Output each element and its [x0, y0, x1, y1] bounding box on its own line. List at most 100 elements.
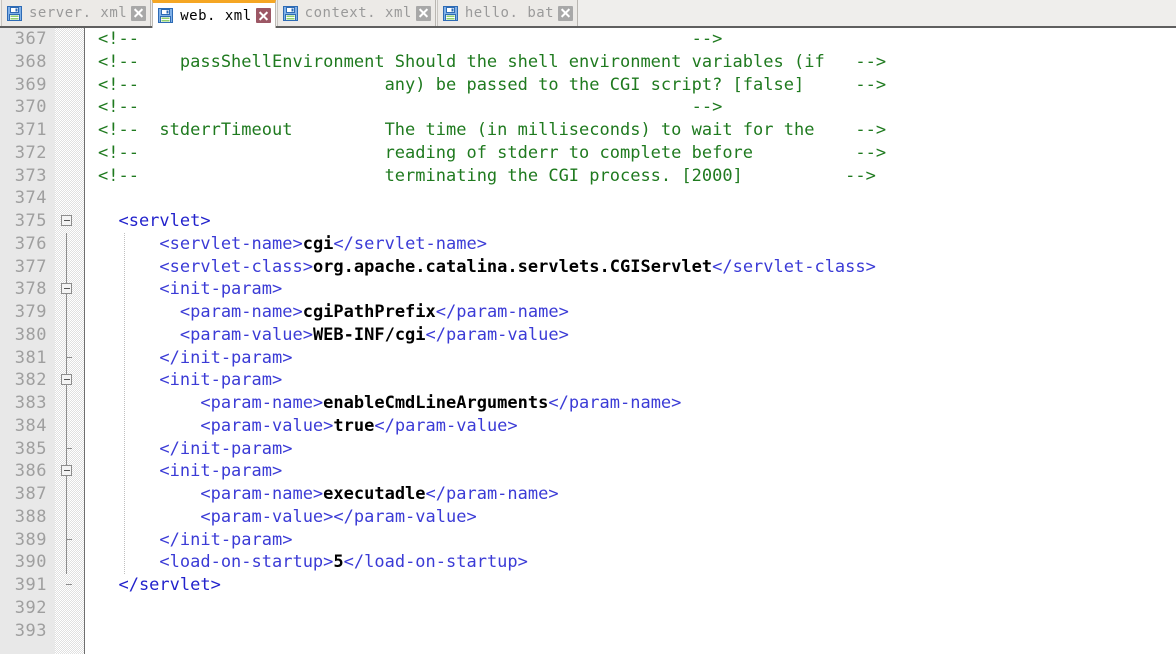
code-line[interactable]: 386 <init-param>	[0, 460, 1176, 483]
value-token: true	[333, 415, 375, 436]
code-line[interactable]: 382 <init-param>	[0, 369, 1176, 392]
code-line[interactable]: 385 </init-param>	[0, 437, 1176, 461]
tab-label: hello. bat	[464, 5, 555, 21]
code-line[interactable]: 390 <load-on-startup>5</load-on-startup>	[0, 551, 1176, 574]
code-line[interactable]: 377 <servlet-class>org.apache.catalina.s…	[0, 255, 1176, 279]
code-line[interactable]: 372 <!-- reading of stderr to complete be…	[0, 142, 1176, 165]
tag-token: </param-value>	[374, 415, 518, 436]
tag-token: </param-name>	[548, 393, 682, 413]
fold-spine	[66, 505, 67, 529]
comment-token: <!-- -->	[98, 97, 723, 118]
fold-spine	[66, 392, 67, 415]
code-line[interactable]: 393	[0, 620, 1176, 643]
tag-token: </init-param>	[98, 347, 293, 368]
code-line[interactable]: 370 <!-- -->	[0, 96, 1176, 119]
tag-token: </param-name>	[425, 484, 559, 504]
tab-server-xml[interactable]: server. xml	[1, 0, 152, 26]
code-text: <init-param>	[98, 278, 282, 301]
tag-token: <init-param>	[98, 370, 283, 391]
tag-token: </servlet-name>	[333, 233, 487, 254]
line-number: 376	[14, 233, 47, 254]
close-icon[interactable]	[131, 5, 147, 21]
code-line[interactable]: 392	[0, 597, 1176, 620]
code-line[interactable]: 381 </init-param>	[0, 346, 1176, 370]
fold-end-marker	[66, 538, 72, 540]
tag-token: </load-on-startup>	[343, 552, 528, 573]
close-icon[interactable]	[558, 5, 574, 21]
code-line[interactable]: 376 <servlet-name>cgi</servlet-name>	[0, 232, 1176, 256]
tag-token: <param-value>	[98, 324, 313, 345]
code-line[interactable]: 387 <param-name>executadle</param-name>	[0, 483, 1176, 506]
line-number: 367	[14, 29, 47, 49]
line-number: 387	[14, 484, 47, 504]
code-text: <init-param>	[98, 369, 282, 392]
tab-context-xml[interactable]: context. xml	[276, 0, 436, 26]
code-text: </init-param>	[98, 438, 292, 461]
line-number: 391	[14, 575, 47, 595]
fold-spine	[66, 414, 67, 438]
line-number: 389	[14, 529, 47, 550]
code-line[interactable]: 378 <init-param>	[0, 278, 1176, 301]
tag-token: <servlet-name>	[98, 233, 303, 254]
code-text: <param-name>cgiPathPrefix</param-name>	[98, 301, 569, 324]
code-line[interactable]: 375 <servlet>	[0, 210, 1176, 233]
code-lines: 367 <!-- --> 368 <!-- passShellEnvironment …	[0, 28, 1176, 642]
code-line[interactable]: 369 <!-- any) be passed to the CGI script…	[0, 74, 1176, 97]
code-line[interactable]: 367 <!-- -->	[0, 28, 1176, 51]
code-text: <load-on-startup>5</load-on-startup>	[98, 551, 528, 574]
tab-hello-bat[interactable]: hello. bat	[436, 0, 579, 26]
code-text: </init-param>	[98, 347, 292, 370]
comment-token: <!-- terminating the CGI process. [2000]…	[98, 165, 876, 186]
floppy-disk-icon	[158, 8, 174, 23]
code-line[interactable]: 391 </servlet>	[0, 574, 1176, 597]
code-text: <servlet>	[98, 210, 210, 233]
code-text: <servlet-name>cgi</servlet-name>	[98, 233, 487, 256]
fold-spine	[66, 323, 67, 347]
code-line[interactable]: 373 <!-- terminating the CGI process. [20…	[0, 165, 1176, 188]
value-token: WEB-INF/cgi	[312, 324, 426, 345]
value-token: cgi	[302, 233, 334, 254]
code-line[interactable]: 384 <param-value>true</param-value>	[0, 414, 1176, 438]
code-editor[interactable]: 367 <!-- --> 368 <!-- passShellEnvironment …	[0, 28, 1176, 654]
line-number: 370	[14, 97, 47, 118]
code-line[interactable]: 371 <!-- stderrTimeout The time (in milli…	[0, 119, 1176, 142]
code-line[interactable]: 389 </init-param>	[0, 528, 1176, 552]
code-text: <init-param>	[98, 460, 282, 483]
close-icon[interactable]	[415, 5, 431, 21]
tag-token: </param-value>	[425, 324, 569, 345]
value-token: enableCmdLineArguments	[323, 393, 549, 413]
code-line[interactable]: 368 <!-- passShellEnvironment Should the …	[0, 51, 1176, 74]
fold-collapse-toggle[interactable]	[61, 215, 72, 226]
code-line[interactable]: 374	[0, 187, 1176, 210]
line-number: 373	[14, 165, 47, 186]
comment-token: <!-- stderrTimeout The time (in millisec…	[98, 120, 887, 140]
close-icon[interactable]	[255, 8, 271, 23]
line-number: 375	[14, 211, 47, 231]
fold-spine	[66, 551, 67, 574]
tag-token: <servlet-class>	[98, 256, 313, 277]
tag-token: </param-name>	[435, 302, 569, 322]
code-text: <param-name>enableCmdLineArguments</para…	[98, 392, 681, 415]
fold-end-marker	[66, 584, 72, 585]
code-text: <!-- terminating the CGI process. [2000]…	[98, 165, 876, 188]
tag-token: </init-param>	[98, 529, 293, 550]
line-number: 390	[14, 552, 47, 573]
code-line[interactable]: 383 <param-name>enableCmdLineArguments</…	[0, 392, 1176, 415]
code-line[interactable]: 380 <param-value>WEB-INF/cgi</param-valu…	[0, 323, 1176, 347]
code-line[interactable]: 388 <param-value></param-value>	[0, 505, 1176, 529]
fold-collapse-toggle[interactable]	[61, 283, 72, 295]
tab-label: server. xml	[29, 5, 128, 21]
tab-label: context. xml	[304, 5, 412, 21]
line-number: 385	[14, 438, 47, 459]
fold-spine	[66, 255, 67, 279]
code-line[interactable]: 379 <param-name>cgiPathPrefix</param-nam…	[0, 301, 1176, 324]
code-text: <param-name>executadle</param-name>	[98, 483, 559, 506]
tab-web-xml[interactable]: web. xml	[152, 0, 276, 28]
fold-collapse-toggle[interactable]	[61, 374, 72, 386]
code-text: </servlet>	[98, 574, 220, 597]
fold-collapse-toggle[interactable]	[61, 465, 72, 477]
comment-token: <!-- reading of stderr to complete befor…	[98, 142, 887, 163]
value-token: 5	[333, 552, 344, 573]
code-text: <param-value>WEB-INF/cgi</param-value>	[98, 324, 569, 347]
indent-guide	[124, 232, 125, 574]
